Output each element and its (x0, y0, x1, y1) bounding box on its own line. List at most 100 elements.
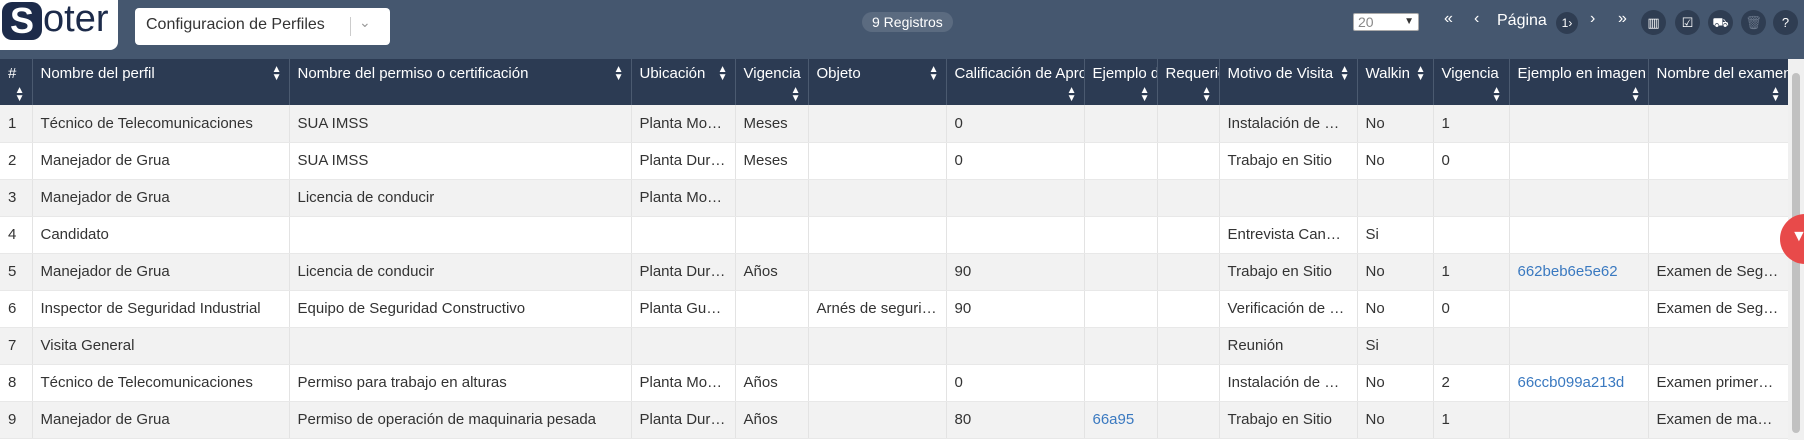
table-cell[interactable]: 66a95 (1084, 401, 1158, 439)
table-cell: Examen de Seguridad (1648, 253, 1788, 291)
table-cell: Manejador de Grua (32, 179, 290, 217)
sort-icon[interactable]: ▲ ▼ (272, 65, 282, 83)
column-header[interactable]: Nombre del examen ▲ ▼ (1648, 59, 1788, 105)
sort-icon[interactable]: ▲ ▼ (1416, 65, 1426, 83)
trash-icon[interactable]: 🗑 (1741, 10, 1766, 35)
table-cell: 0 (1433, 142, 1510, 180)
table-cell (735, 216, 809, 254)
column-header[interactable]: Walkin ▲ ▼ (1357, 59, 1434, 105)
chevron-down-icon[interactable]: ⌄ (359, 14, 371, 31)
first-page-button[interactable]: « (1444, 10, 1453, 28)
check-icon[interactable]: ☑ (1675, 10, 1700, 35)
column-header[interactable]: Objeto ▲ ▼ (808, 59, 947, 105)
table-cell (1157, 105, 1220, 143)
table-cell (1157, 216, 1220, 254)
column-header[interactable]: Nombre del permiso o certificación ▲ ▼ (289, 59, 632, 105)
sort-icon[interactable]: ▲ ▼ (929, 65, 939, 83)
table-cell: No (1357, 364, 1434, 402)
sort-icon[interactable]: ▲ ▼ (1202, 86, 1212, 104)
table-row[interactable]: 4 Candidato Entrevista Candidato Si (0, 216, 1788, 254)
table-cell (1157, 401, 1220, 439)
sort-icon[interactable]: ▲ ▼ (791, 86, 801, 104)
table-cell: 2 (1433, 364, 1510, 402)
table-cell (1433, 179, 1510, 217)
table-cell: Planta Durango (631, 253, 736, 291)
page-size-select[interactable]: 20 ▼ (1353, 13, 1419, 31)
table-cell (1157, 142, 1220, 180)
table-cell (808, 142, 947, 180)
table-cell: No (1357, 290, 1434, 328)
sort-icon[interactable]: ▲ ▼ (1492, 86, 1502, 104)
column-header[interactable]: Vigencia ▲ ▼ (735, 59, 809, 105)
table-cell: Planta Guadalajara (631, 290, 736, 328)
column-header[interactable]: Ubicación ▲ ▼ (631, 59, 736, 105)
table-cell: Equipo de Seguridad Constructivo (289, 290, 632, 328)
table-cell: Años (735, 364, 809, 402)
column-header[interactable]: Ejemplo de ▲▼ (1084, 59, 1158, 105)
columns-icon[interactable]: ▥ (1641, 10, 1666, 35)
table-cell: Trabajo en Sitio (1219, 401, 1358, 439)
table-row[interactable]: 3 Manejador de Grua Licencia de conducir Pl… (0, 179, 1788, 217)
table-cell: 9 (0, 401, 33, 439)
column-header-label: Ejemplo en imagen (1517, 65, 1646, 82)
column-header[interactable]: Calificación de Aprobación ▲▼ (946, 59, 1085, 105)
table-row[interactable]: 8 Técnico de Telecomunicaciones Permiso pa… (0, 364, 1788, 402)
sort-icon[interactable]: ▲ ▼ (1067, 86, 1077, 104)
column-header[interactable]: Motivo de Visita ▲ ▼ (1219, 59, 1358, 105)
table-row[interactable]: 9 Manejador de Grua Permiso de operación d… (0, 401, 1788, 439)
sort-icon[interactable]: ▲ ▼ (718, 65, 728, 83)
column-header[interactable]: Requerido ▲▼ (1157, 59, 1220, 105)
road-icon[interactable]: ⛟ (1708, 10, 1733, 35)
table-cell (1357, 179, 1434, 217)
sort-icon[interactable]: ▲ ▼ (1631, 86, 1641, 104)
table-row[interactable]: 6 Inspector de Seguridad Industrial Equipo… (0, 290, 1788, 328)
prev-page-button[interactable]: ‹ (1474, 10, 1479, 28)
table-cell (1509, 327, 1649, 365)
logo-text: oter (43, 0, 109, 40)
table-cell (808, 253, 947, 291)
table-cell: Meses (735, 105, 809, 143)
table-cell: Instalación de Red (1219, 105, 1358, 143)
help-icon[interactable]: ? (1773, 10, 1798, 35)
table-row[interactable]: 7 Visita General Reunión Si (0, 327, 1788, 365)
table-cell: 0 (946, 364, 1085, 402)
table-cell: Planta Monterrey (631, 364, 736, 402)
table-cell (946, 327, 1085, 365)
sort-icon[interactable]: ▲ ▼ (1140, 86, 1150, 104)
current-page-indicator[interactable]: 1› (1556, 12, 1578, 34)
table-cell: 90 (946, 253, 1085, 291)
table-cell: Planta Durango (631, 401, 736, 439)
next-page-button[interactable]: › (1590, 10, 1595, 28)
table-cell[interactable]: 662beb6e5e62 (1509, 253, 1649, 291)
table-row[interactable]: 2 Manejador de Grua SUA IMSS Planta Durango… (0, 142, 1788, 180)
table-cell: 6 (0, 290, 33, 328)
table-cell: 7 (0, 327, 33, 365)
sort-icon[interactable]: ▲ ▼ (15, 86, 25, 104)
table-cell: Permiso de operación de maquinaria pesad… (289, 401, 632, 439)
column-header[interactable]: # ▲ ▼ (0, 59, 33, 105)
column-header[interactable]: Vigencia ▲ ▼ (1433, 59, 1510, 105)
profile-config-select[interactable]: Configuracion de Perfiles ⌄ (135, 8, 390, 45)
table-cell[interactable]: 66ccb099a213d (1509, 364, 1649, 402)
table-cell: Si (1357, 327, 1434, 365)
table-cell: Visita General (32, 327, 290, 365)
column-header-label: Calificación de Aprobación (954, 65, 1084, 82)
table-cell (808, 401, 947, 439)
column-header[interactable]: Ejemplo en imagen ▲ ▼ (1509, 59, 1649, 105)
sort-icon[interactable]: ▲ ▼ (614, 65, 624, 83)
table-cell (1084, 253, 1158, 291)
soter-logo[interactable]: S oter (0, 0, 118, 50)
table-cell: 80 (946, 401, 1085, 439)
table-cell (631, 327, 736, 365)
table-cell: Entrevista Candidato (1219, 216, 1358, 254)
sort-icon[interactable]: ▲ ▼ (1340, 65, 1350, 83)
column-header[interactable]: Nombre del perfil ▲ ▼ (32, 59, 290, 105)
table-row[interactable]: 5 Manejador de Grua Licencia de conducir Pl… (0, 253, 1788, 291)
table-cell (808, 327, 947, 365)
table-cell (1509, 290, 1649, 328)
sort-icon[interactable]: ▲ ▼ (1771, 86, 1781, 104)
table-cell: Examen primeros auxilios (1648, 364, 1788, 402)
last-page-button[interactable]: » (1618, 10, 1627, 28)
table-row[interactable]: 1 Técnico de Telecomunicaciones SUA IMSS Pl… (0, 105, 1788, 143)
table-cell: No (1357, 142, 1434, 180)
